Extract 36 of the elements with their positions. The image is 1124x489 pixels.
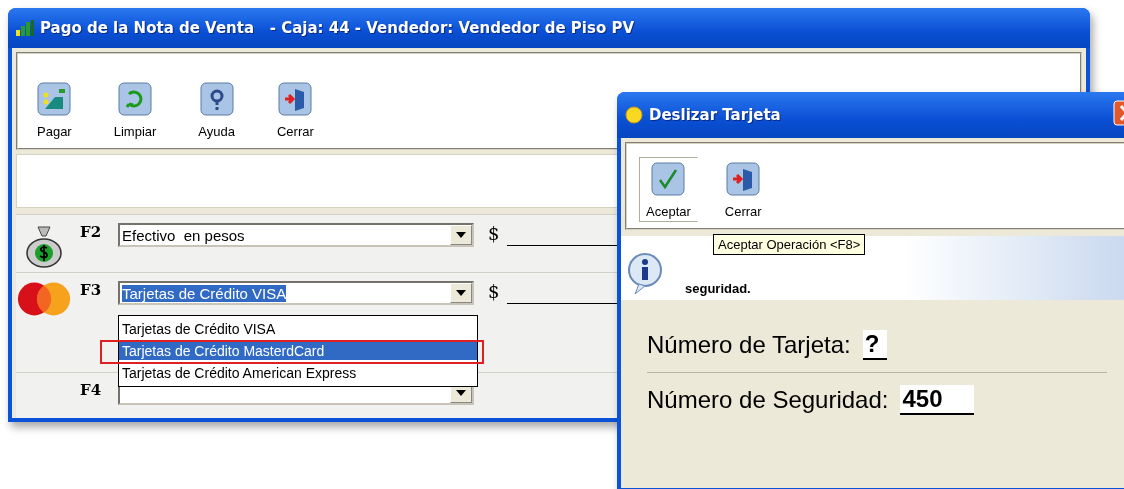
- toolbar-button[interactable]: Cerrar: [717, 157, 769, 222]
- exit-door-icon: [278, 82, 313, 116]
- info-text: seguridad.: [685, 281, 751, 296]
- shortcut-key-label: F2: [80, 223, 103, 241]
- payment-method-dropdown[interactable]: Tarjetas de Crédito VISA: [118, 281, 474, 305]
- money-bag-icon: [24, 223, 64, 269]
- field-label: Número de Tarjeta:: [647, 331, 851, 359]
- input-field[interactable]: 450: [900, 385, 975, 415]
- input-field[interactable]: ?: [862, 330, 887, 360]
- toolbar-button[interactable]: Pagar: [30, 77, 79, 142]
- toolbar-button[interactable]: Limpiar: [106, 77, 164, 142]
- info-icon: [627, 252, 663, 296]
- shortcut-key-label: F3: [80, 281, 103, 299]
- field-label: Número de Seguridad:: [647, 386, 889, 414]
- payment-method-dropdown[interactable]: Efectivo en pesos: [118, 223, 474, 247]
- shortcut-key-label: F4: [80, 381, 103, 399]
- dropdown-option[interactable]: Tarjetas de Crédito MasterdCard: [119, 342, 477, 360]
- refresh-icon: [118, 82, 152, 116]
- exit-door-icon: [726, 162, 761, 196]
- card-logo-icon: [16, 281, 72, 317]
- cash-register-icon: [37, 82, 72, 116]
- checkmark-icon: [651, 162, 686, 196]
- help-icon: [199, 82, 234, 116]
- toolbar-button[interactable]: Cerrar: [269, 77, 321, 142]
- dropdown-arrow-icon: [456, 290, 466, 296]
- toolbar-button[interactable]: Ayuda: [191, 77, 242, 142]
- dropdown-arrow-icon: [456, 232, 466, 238]
- currency-symbol: $: [488, 281, 500, 302]
- toolbar-button[interactable]: Aceptar: [639, 157, 698, 222]
- dropdown-arrow-icon: [456, 390, 466, 396]
- window-title: Pago de la Nota de Venta - Caja: 44 - Vendedor: Vendedor de Piso PV: [40, 19, 635, 37]
- chart-bars-icon: [16, 20, 34, 36]
- tooltip: Aceptar Operación <F8>: [713, 234, 866, 255]
- currency-symbol: $: [488, 223, 500, 244]
- circle-icon: [625, 106, 643, 124]
- dialog-title: Deslizar Tarjeta: [649, 106, 781, 124]
